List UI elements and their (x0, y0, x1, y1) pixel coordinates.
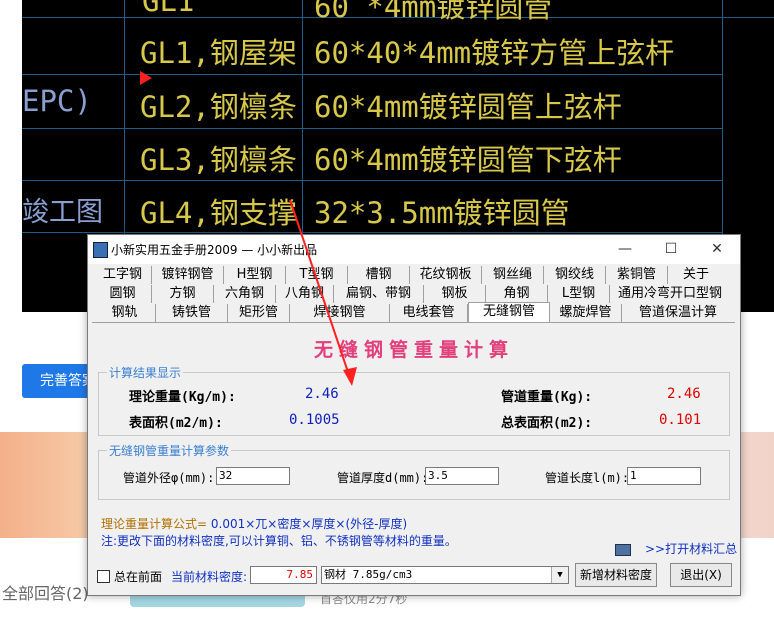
cad-row-label: GL3,钢檩条 (140, 143, 297, 177)
density-note: 注:更改下面的材料密度,可以计算铜、铝、不锈钢管等材料的重量。 (101, 534, 457, 548)
tab-galvanized-pipe[interactable]: 镀锌钢管 (152, 266, 224, 284)
tab-t-beam[interactable]: T型钢 (286, 266, 348, 284)
total-surface-value: 0.101 (659, 412, 702, 428)
cad-row-spec: 60 *4mm镀锌圆管 (314, 0, 553, 24)
tab-wire-rope[interactable]: 钢丝绳 (482, 266, 544, 284)
tab-rail[interactable]: 钢轨 (94, 304, 156, 322)
tab-about[interactable]: 关于 (668, 266, 724, 284)
pipe-weight-value: 2.46 (667, 386, 701, 402)
cad-side-label: 竣工图 (22, 197, 103, 228)
material-density-label: 当前材料密度: (171, 570, 248, 584)
open-material-summary-link[interactable]: >>打开材料汇总 (615, 540, 737, 557)
tab-row-3: 钢轨 铸铁管 矩形管 焊接钢管 电线套管 无缝钢管 螺旋焊管 管道保温计算 (94, 302, 734, 322)
cad-row-spec: 60*4mm镀锌圆管下弦杆 (314, 143, 622, 177)
tab-square-steel[interactable]: 方钢 (152, 285, 214, 303)
params-legend: 无缝钢管重量计算参数 (107, 442, 232, 459)
cad-grid-line (22, 74, 722, 75)
open-material-summary-label[interactable]: >>打开材料汇总 (645, 542, 737, 556)
tab-round-steel[interactable]: 圆钢 (94, 285, 152, 303)
hardware-manual-window: 小新实用五金手册2009 — 小小新出品 — ☐ ✕ 工字钢 镀锌钢管 H型钢 … (87, 234, 741, 596)
tab-rect-pipe[interactable]: 矩形管 (228, 304, 290, 322)
cad-row-spec: 60*4mm镀锌圆管上弦杆 (314, 90, 622, 124)
surface-area-label: 表面积(m2/m): (129, 416, 223, 431)
surface-area-value: 0.1005 (289, 412, 340, 428)
formula-label: 理论重量计算公式= (101, 517, 208, 531)
tab-conduit[interactable]: 电线套管 (390, 304, 468, 322)
cad-row-label: GL1,钢屋架 (140, 36, 297, 70)
theory-weight-label: 理论重量(Kg/m): (129, 390, 236, 405)
material-density-input[interactable]: 7.85 (250, 566, 317, 584)
tab-welded-pipe[interactable]: 焊接钢管 (290, 304, 390, 322)
material-select[interactable]: 钢材 7.85g/cm3 ▼ (321, 566, 569, 584)
tab-checkered-plate[interactable]: 花纹钢板 (410, 266, 482, 284)
cad-row-spec: 60*40*4mm镀锌方管上弦杆 (314, 36, 675, 70)
thickness-input[interactable]: 3.5 (425, 467, 499, 485)
tab-row-1: 工字钢 镀锌钢管 H型钢 T型钢 槽钢 花纹钢板 钢丝绳 钢绞线 紫铜管 关于 (94, 266, 724, 284)
length-label: 管道长度l(m): (545, 471, 630, 485)
exit-button[interactable]: 退出(X) (670, 563, 732, 587)
close-button[interactable]: ✕ (694, 235, 740, 264)
computer-icon (615, 543, 631, 556)
minimize-button[interactable]: — (602, 235, 648, 264)
all-answers-heading: 全部回答(2) (2, 584, 89, 603)
tab-row-2: 圆钢 方钢 六角钢 八角钢 扁钢、带钢 钢板 角钢 L型钢 通用冷弯开口型钢 (94, 285, 730, 303)
maximize-button[interactable]: ☐ (648, 235, 694, 264)
material-select-value: 钢材 7.85g/cm3 (324, 568, 413, 581)
tab-cold-formed[interactable]: 通用冷弯开口型钢 (610, 285, 730, 303)
cad-side-label: EPC) (22, 84, 92, 118)
app-icon (93, 242, 108, 258)
always-on-top-label[interactable]: 总在前面 (114, 568, 162, 585)
tab-octagon-steel[interactable]: 八角钢 (276, 285, 334, 303)
window-title: 小新实用五金手册2009 — 小小新出品 (111, 243, 318, 257)
length-input[interactable]: 1 (627, 467, 701, 485)
outer-diameter-label: 管道外径φ(mm): (123, 471, 215, 485)
tab-seamless-pipe[interactable]: 无缝钢管 (468, 302, 550, 322)
tab-hex-steel[interactable]: 六角钢 (214, 285, 276, 303)
params-group: 无缝钢管重量计算参数 管道外径φ(mm): 32 管道厚度d(mm): 3.5 … (98, 442, 730, 500)
outer-diameter-input[interactable]: 32 (216, 467, 290, 485)
thickness-label: 管道厚度d(mm): (337, 471, 429, 485)
chevron-down-icon[interactable]: ▼ (551, 567, 568, 583)
bottom-bar: 总在前面 当前材料密度: 7.85 钢材 7.85g/cm3 ▼ 新增材料密度 … (88, 559, 740, 595)
red-flag-marker (140, 71, 152, 85)
tab-steel-plate[interactable]: 钢板 (424, 285, 486, 303)
tab-angle-steel[interactable]: 角钢 (486, 285, 548, 303)
title-bar[interactable]: 小新实用五金手册2009 — 小小新出品 — ☐ ✕ (88, 235, 740, 264)
tab-strand[interactable]: 钢绞线 (544, 266, 606, 284)
tab-l-steel[interactable]: L型钢 (548, 285, 610, 303)
tab-flat-steel[interactable]: 扁钢、带钢 (334, 285, 424, 303)
tab-insulation-calc[interactable]: 管道保温计算 (622, 304, 734, 322)
cad-row-label: GL4,钢支撑 (140, 196, 297, 230)
tab-copper-pipe[interactable]: 紫铜管 (606, 266, 668, 284)
total-surface-label: 总表面积(m2): (501, 416, 593, 431)
cad-row-label: GL1 (142, 0, 195, 18)
cad-row-label: GL2,钢檩条 (140, 90, 297, 124)
page-title: 无缝钢管重量计算 (313, 339, 514, 361)
cad-grid-line (22, 232, 722, 233)
always-on-top-checkbox[interactable] (97, 570, 110, 583)
results-group: 计算结果显示 理论重量(Kg/m): 2.46 管道重量(Kg): 2.46 表… (98, 364, 730, 436)
tab-channel-steel[interactable]: 槽钢 (348, 266, 410, 284)
theory-weight-value: 2.46 (305, 386, 339, 402)
cad-row-spec: 32*3.5mm镀锌圆管 (314, 196, 570, 230)
tab-h-beam[interactable]: H型钢 (224, 266, 286, 284)
tab-i-beam[interactable]: 工字钢 (94, 266, 152, 284)
formula-text: 理论重量计算公式= 0.001×兀×密度×厚度×(外径-厚度) (101, 515, 407, 532)
pipe-weight-label: 管道重量(Kg): (501, 390, 593, 405)
tab-spiral-pipe[interactable]: 螺旋焊管 (550, 304, 622, 322)
cad-grid-line (722, 0, 723, 240)
tab-cast-iron-pipe[interactable]: 铸铁管 (156, 304, 228, 322)
cad-grid-line (22, 180, 722, 181)
add-material-density-button[interactable]: 新增材料密度 (575, 563, 657, 587)
results-legend: 计算结果显示 (107, 364, 184, 381)
formula-value: 0.001×兀×密度×厚度×(外径-厚度) (210, 517, 408, 531)
cad-grid-line (22, 128, 722, 129)
